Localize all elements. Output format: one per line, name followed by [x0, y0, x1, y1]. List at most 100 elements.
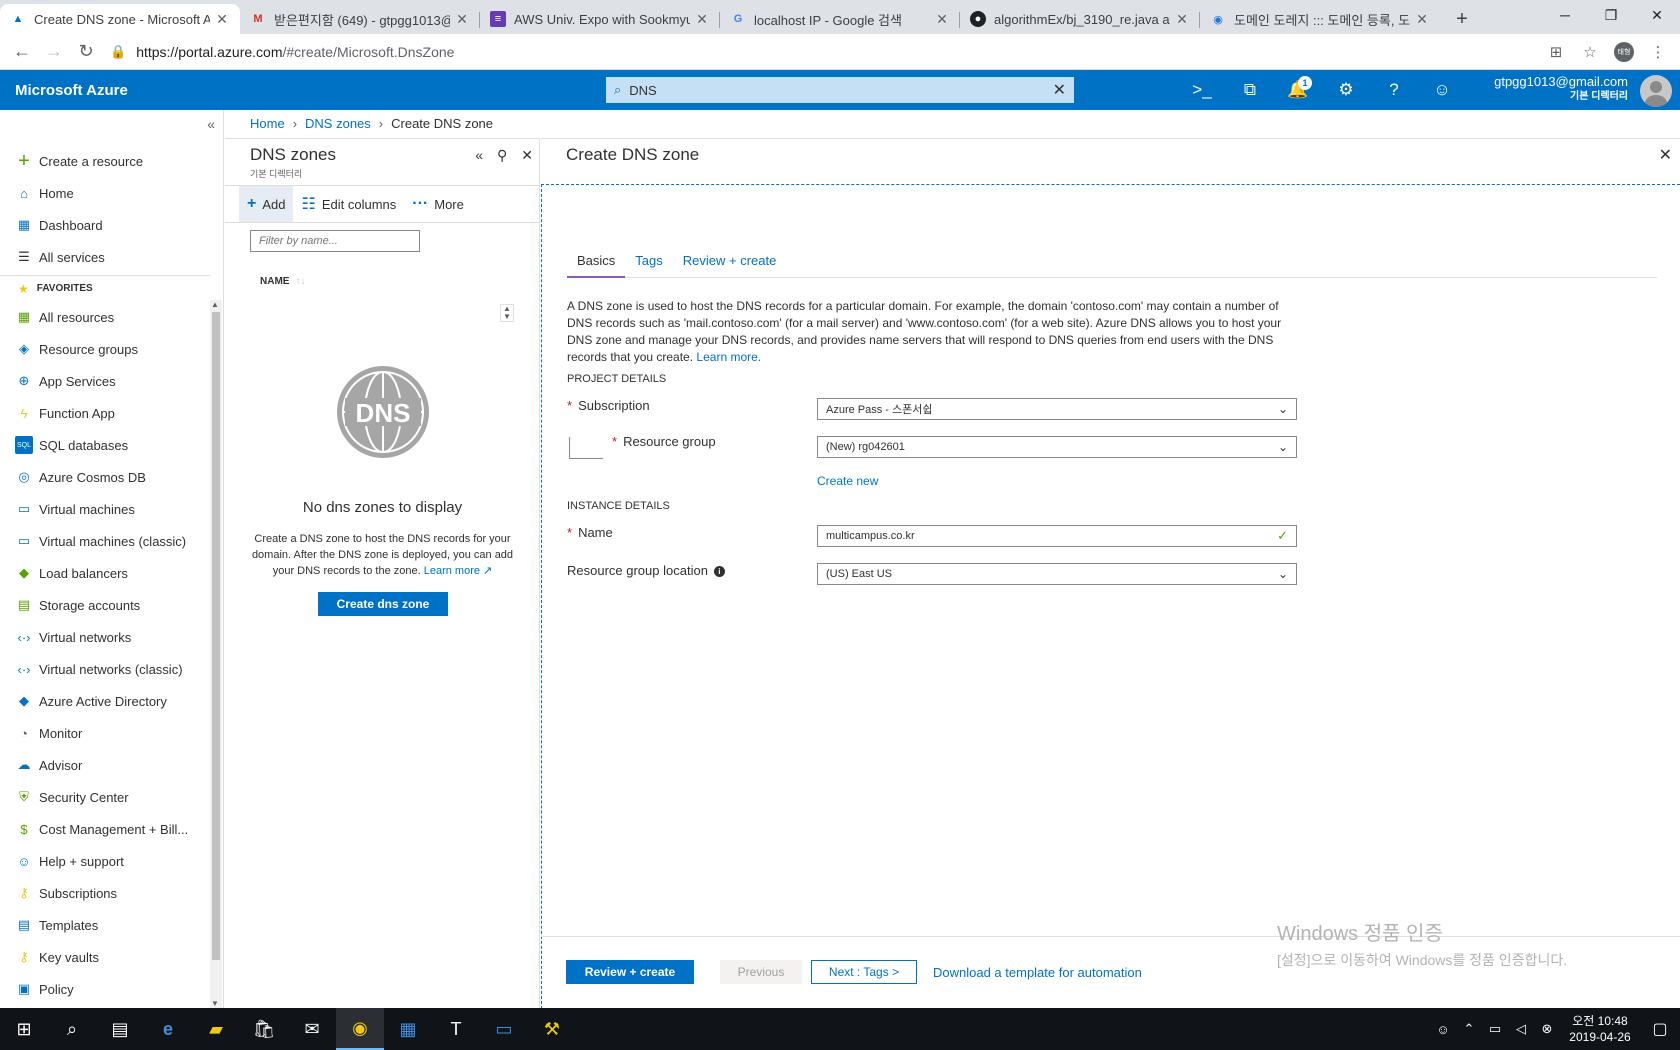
avatar[interactable]	[1640, 75, 1672, 107]
nav-item-help-support[interactable]: ☺ Help + support	[0, 845, 210, 877]
global-search[interactable]: ⌕ ✕	[606, 77, 1074, 103]
url-field[interactable]: 🔒 https://portal.azure.com/#create/Micro…	[110, 38, 1530, 66]
directory-filter-icon[interactable]: ⧉	[1226, 70, 1274, 110]
nav-item-function-app[interactable]: ϟ Function App	[0, 397, 210, 429]
search-icon[interactable]: ⌕	[48, 1008, 96, 1050]
create-dns-zone-button[interactable]: Create dns zone	[318, 592, 448, 616]
info-icon[interactable]: i	[713, 566, 725, 578]
review-create-button[interactable]: Review + create	[566, 960, 694, 984]
browser-tab-domain[interactable]: ◉ 도메인 도레지 ::: 도메인 등록, 도 ✕	[1200, 4, 1440, 34]
nav-item-all-services[interactable]: ☰ All services	[0, 241, 210, 273]
settings-gear-icon[interactable]: ⚙	[1322, 70, 1370, 110]
nav-item-cosmos-db[interactable]: ◎ Azure Cosmos DB	[0, 461, 210, 493]
nav-item-virtual-networks[interactable]: ‹·› Virtual networks	[0, 621, 210, 653]
minimize-icon[interactable]: ─	[1542, 0, 1588, 30]
nav-item-dashboard[interactable]: ▦ Dashboard	[0, 209, 210, 241]
ime-icon[interactable]: ⊗	[1534, 1021, 1560, 1037]
action-center-icon[interactable]: ▢	[1640, 1019, 1680, 1039]
clock[interactable]: 오전 10:48 2019-04-26	[1560, 1013, 1640, 1045]
maximize-icon[interactable]: ❐	[1588, 0, 1634, 30]
nav-item-storage-accounts[interactable]: ▤ Storage accounts	[0, 589, 210, 621]
nav-item-sql-databases[interactable]: SQL SQL databases	[0, 429, 210, 461]
nav-scrollbar[interactable]: ▲ ▼	[210, 300, 222, 1008]
close-tab-icon[interactable]: ✕	[1174, 11, 1190, 28]
tab-review-create[interactable]: Review + create	[673, 250, 787, 278]
store-icon[interactable]: 🛍	[240, 1008, 288, 1050]
close-icon[interactable]: ✕	[521, 147, 533, 164]
volume-icon[interactable]: ◁	[1508, 1021, 1534, 1037]
nav-item-key-vaults[interactable]: ⚷ Key vaults	[0, 941, 210, 973]
nav-item-app-services[interactable]: ⊕ App Services	[0, 365, 210, 397]
close-tab-icon[interactable]: ✕	[934, 11, 950, 28]
browser-tab-azure[interactable]: ▲ Create DNS zone - Microsoft Az ✕	[0, 4, 240, 34]
browser-tab-google[interactable]: G localhost IP - Google 검색 ✕	[720, 4, 960, 34]
account-info[interactable]: gtpgg1013@gmail.com 기본 디렉터리	[1494, 74, 1628, 104]
translate-icon[interactable]: ⊞	[1542, 38, 1570, 66]
subscription-select[interactable]: Azure Pass - 스폰서쉽 ⌄	[817, 398, 1297, 420]
close-tab-icon[interactable]: ✕	[214, 11, 230, 28]
new-tab-button[interactable]: +	[1448, 5, 1476, 33]
more-button[interactable]: ··· More	[404, 186, 472, 222]
filter-input[interactable]	[250, 230, 420, 252]
close-icon[interactable]: ✕	[1659, 145, 1672, 165]
help-icon[interactable]: ?	[1370, 70, 1418, 110]
resource-group-select[interactable]: (New) rg042601 ⌄	[817, 436, 1297, 458]
file-explorer-icon[interactable]: ▰	[192, 1008, 240, 1050]
feedback-smiley-icon[interactable]: ☺	[1418, 70, 1466, 110]
nav-item-security-center[interactable]: ⛨ Security Center	[0, 781, 210, 813]
nav-item-all-resources[interactable]: ▦ All resources	[0, 301, 210, 333]
search-input[interactable]	[629, 82, 1053, 98]
tab-tags[interactable]: Tags	[625, 250, 672, 278]
close-tab-icon[interactable]: ✕	[694, 11, 710, 28]
pin-icon[interactable]: ⚲	[497, 147, 507, 164]
nav-item-active-directory[interactable]: ◆ Azure Active Directory	[0, 685, 210, 717]
learn-more-link[interactable]: Learn more	[424, 565, 480, 577]
notifications-icon[interactable]: 🔔 1	[1274, 70, 1322, 110]
previous-button[interactable]: Previous	[720, 960, 802, 984]
browser-tab-github[interactable]: ● algorithmEx/bj_3190_re.java at n ✕	[960, 4, 1200, 34]
app-icon-t[interactable]: T	[432, 1008, 480, 1050]
forward-icon[interactable]: →	[38, 36, 70, 68]
network-tray-icon[interactable]: ▭	[1482, 1021, 1508, 1037]
task-view-icon[interactable]: ▤	[96, 1008, 144, 1050]
next-tags-button[interactable]: Next : Tags >	[811, 960, 917, 984]
cloud-shell-icon[interactable]: >_	[1178, 70, 1226, 110]
scroll-down-icon[interactable]: ▼	[211, 999, 219, 1008]
people-icon[interactable]: ☺	[1430, 1022, 1456, 1037]
edge-icon[interactable]: e	[144, 1008, 192, 1050]
collapse-nav-icon[interactable]: «	[207, 116, 215, 132]
location-select[interactable]: (US) East US ⌄	[817, 563, 1297, 585]
browser-tab-forms[interactable]: ≡ AWS Univ. Expo with Sookmyun ✕	[480, 4, 720, 34]
nav-item-load-balancers[interactable]: ◆ Load balancers	[0, 557, 210, 589]
chrome-icon[interactable]: ◉	[336, 1008, 384, 1050]
scroll-up-icon[interactable]: ▲	[211, 300, 219, 309]
reload-icon[interactable]: ↻	[70, 36, 102, 68]
download-template-link[interactable]: Download a template for automation	[933, 965, 1142, 980]
nav-item-virtual-machines-classic[interactable]: ▭ Virtual machines (classic)	[0, 525, 210, 557]
list-scroll-icon[interactable]: ▲ ▼	[500, 304, 514, 322]
nav-item-subscriptions[interactable]: ⚷ Subscriptions	[0, 877, 210, 909]
breadcrumb-home[interactable]: Home	[250, 116, 285, 131]
nav-item-virtual-networks-classic[interactable]: ‹·› Virtual networks (classic)	[0, 653, 210, 685]
nav-item-advisor[interactable]: ☁ Advisor	[0, 749, 210, 781]
breadcrumb-dns-zones[interactable]: DNS zones	[305, 116, 371, 131]
profile-button[interactable]: 태형	[1610, 38, 1638, 66]
app-icon-building[interactable]: ▦	[384, 1008, 432, 1050]
create-new-link[interactable]: Create new	[817, 474, 878, 488]
close-window-icon[interactable]: ✕	[1634, 0, 1680, 30]
nav-item-home[interactable]: ⌂ Home	[0, 177, 210, 209]
minimize-blade-icon[interactable]: «	[475, 147, 483, 164]
learn-more-link[interactable]: Learn more.	[696, 350, 761, 364]
browser-tab-gmail[interactable]: M 받은편지함 (649) - gtpgg1013@ ✕	[240, 4, 480, 34]
nav-item-templates[interactable]: ▤ Templates	[0, 909, 210, 941]
nav-item-create-resource[interactable]: + Create a resource	[0, 145, 210, 177]
tab-basics[interactable]: Basics	[567, 250, 626, 278]
nav-item-policy[interactable]: ▣ Policy	[0, 973, 210, 1005]
nav-item-cost-management[interactable]: $ Cost Management + Bill...	[0, 813, 210, 845]
windows-start-icon[interactable]: ⊞	[0, 1008, 48, 1050]
azure-brand[interactable]: Microsoft Azure	[0, 82, 600, 99]
clear-search-icon[interactable]: ✕	[1053, 80, 1066, 100]
nav-item-monitor[interactable]: ◔ Monitor	[0, 717, 210, 749]
edit-columns-button[interactable]: ☷ Edit columns	[293, 186, 404, 222]
app-icon-window[interactable]: ▭	[480, 1008, 528, 1050]
